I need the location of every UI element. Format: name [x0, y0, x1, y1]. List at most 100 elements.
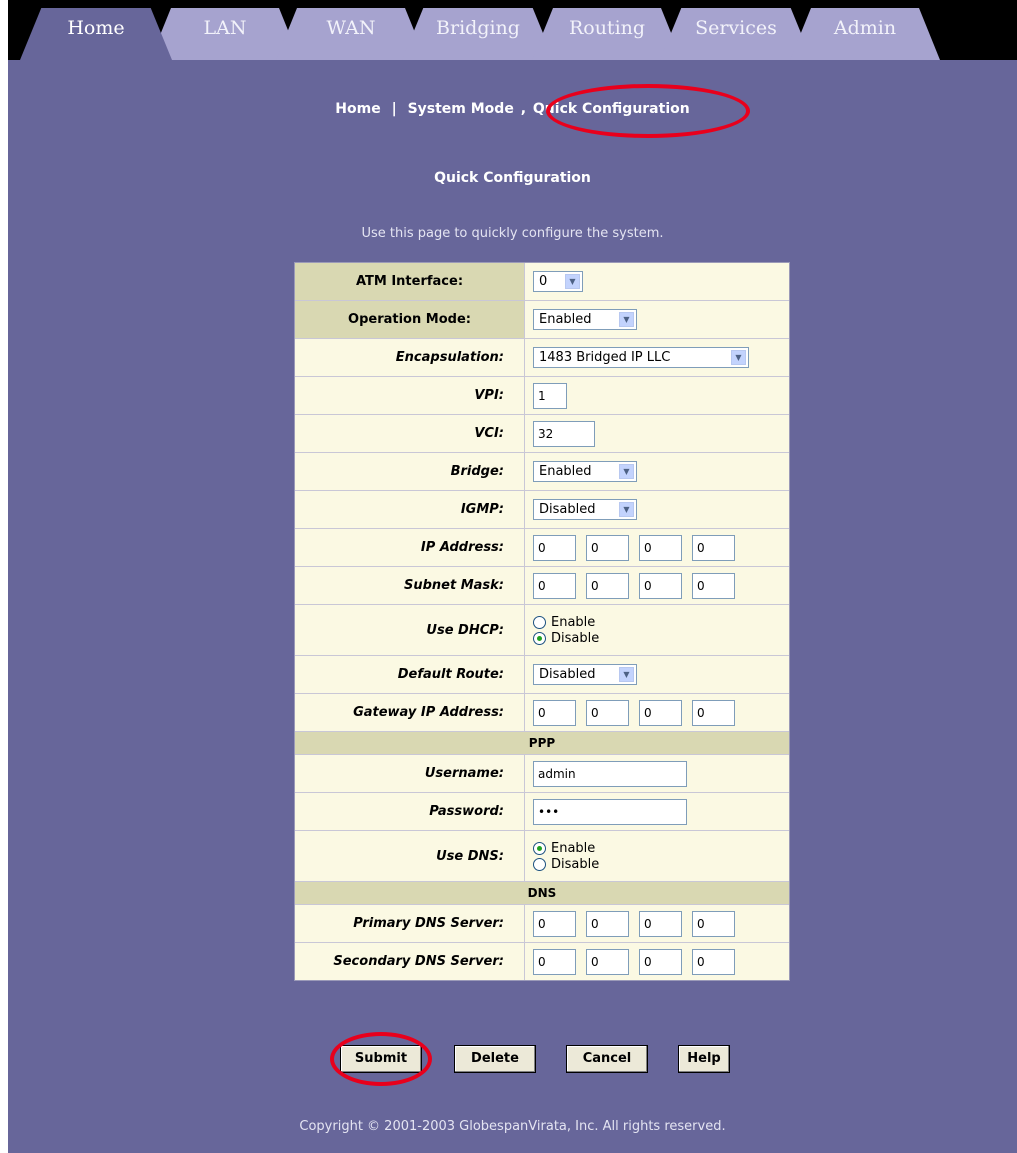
use-dns-disable-option[interactable]: Disable: [533, 857, 599, 872]
tab-routing[interactable]: Routing: [532, 8, 682, 60]
radio-button-selected-icon[interactable]: [533, 631, 546, 645]
use-dhcp-label: Use DHCP:: [295, 605, 525, 655]
vpi-label: VPI:: [295, 377, 525, 414]
use-dns-enable-option[interactable]: Enable: [533, 841, 599, 856]
tab-services[interactable]: Services: [660, 8, 812, 60]
tab-home-label: Home: [67, 17, 125, 39]
vpi-input[interactable]: 1: [533, 382, 567, 409]
encapsulation-row: Encapsulation: 1483 Bridged IP LLC ▼: [295, 339, 789, 377]
gateway-ip-octet-2[interactable]: 0: [586, 699, 629, 726]
breadcrumb-separator: |: [391, 101, 397, 117]
subnet-mask-octet-4[interactable]: 0: [692, 572, 735, 599]
operation-mode-row: Operation Mode: Enabled ▼: [295, 301, 789, 339]
subnet-mask-octet-3[interactable]: 0: [639, 572, 682, 599]
bridge-value: Enabled: [539, 464, 592, 479]
chevron-down-icon: ▼: [619, 667, 634, 682]
use-dns-radio-group: Enable Disable: [533, 841, 599, 872]
use-dns-row: Use DNS: Enable Disable: [295, 831, 789, 882]
chevron-down-icon: ▼: [565, 274, 580, 289]
default-route-value: Disabled: [539, 667, 596, 682]
ip-address-octet-1[interactable]: 0: [533, 534, 576, 561]
use-dhcp-enable-option[interactable]: Enable: [533, 615, 599, 630]
secondary-dns-row: Secondary DNS Server: 0 0 0 0: [295, 943, 789, 980]
encapsulation-select[interactable]: 1483 Bridged IP LLC ▼: [533, 347, 749, 368]
vci-input[interactable]: 32: [533, 420, 595, 447]
secondary-dns-label: Secondary DNS Server:: [295, 943, 525, 980]
cancel-button[interactable]: Cancel: [566, 1045, 648, 1073]
username-label: Username:: [295, 755, 525, 792]
default-route-select[interactable]: Disabled ▼: [533, 664, 637, 685]
radio-button-selected-icon[interactable]: [533, 841, 546, 855]
secondary-dns-octet-1[interactable]: 0: [533, 948, 576, 975]
igmp-row: IGMP: Disabled ▼: [295, 491, 789, 529]
radio-button-icon[interactable]: [533, 615, 546, 629]
ip-address-octet-3[interactable]: 0: [639, 534, 682, 561]
breadcrumb: Home | System Mode , Quick Configuration: [8, 101, 1017, 117]
gateway-ip-octet-3[interactable]: 0: [639, 699, 682, 726]
bridge-label: Bridge:: [295, 453, 525, 490]
operation-mode-label: Operation Mode:: [295, 301, 525, 338]
subnet-mask-row: Subnet Mask: 0 0 0 0: [295, 567, 789, 605]
help-button[interactable]: Help: [678, 1045, 730, 1073]
subnet-mask-octet-1[interactable]: 0: [533, 572, 576, 599]
breadcrumb-system-mode[interactable]: System Mode: [408, 101, 514, 117]
submit-button[interactable]: Submit: [340, 1045, 422, 1073]
gateway-ip-octet-1[interactable]: 0: [533, 699, 576, 726]
ip-address-fields: 0 0 0 0: [533, 534, 735, 561]
use-dns-enable-label: Enable: [551, 840, 596, 856]
atm-interface-label: ATM Interface:: [295, 263, 525, 300]
breadcrumb-quick-configuration[interactable]: Quick Configuration: [533, 101, 690, 117]
vpi-row: VPI: 1: [295, 377, 789, 415]
bridge-row: Bridge: Enabled ▼: [295, 453, 789, 491]
secondary-dns-fields: 0 0 0 0: [533, 948, 735, 975]
operation-mode-select[interactable]: Enabled ▼: [533, 309, 637, 330]
subnet-mask-octet-2[interactable]: 0: [586, 572, 629, 599]
bridge-select[interactable]: Enabled ▼: [533, 461, 637, 482]
tab-lan[interactable]: LAN: [150, 8, 300, 60]
atm-interface-row: ATM Interface: 0 ▼: [295, 263, 789, 301]
password-input[interactable]: •••: [533, 798, 687, 825]
breadcrumb-home[interactable]: Home: [335, 101, 380, 117]
secondary-dns-octet-4[interactable]: 0: [692, 948, 735, 975]
primary-dns-fields: 0 0 0 0: [533, 910, 735, 937]
use-dhcp-disable-option[interactable]: Disable: [533, 631, 599, 646]
radio-button-icon[interactable]: [533, 857, 546, 871]
primary-dns-octet-1[interactable]: 0: [533, 910, 576, 937]
primary-dns-label: Primary DNS Server:: [295, 905, 525, 942]
tab-home[interactable]: Home: [20, 8, 172, 60]
tab-admin[interactable]: Admin: [790, 8, 940, 60]
encapsulation-label: Encapsulation:: [295, 339, 525, 376]
page-background: Home LAN WAN Bridging Routing Services A…: [8, 0, 1017, 1153]
subnet-mask-label: Subnet Mask:: [295, 567, 525, 604]
gateway-ip-octet-4[interactable]: 0: [692, 699, 735, 726]
tab-wan-label: WAN: [326, 17, 376, 39]
ppp-section-header: PPP: [295, 732, 789, 755]
vci-label: VCI:: [295, 415, 525, 452]
copyright-footer: Copyright © 2001-2003 GlobespanVirata, I…: [299, 1119, 726, 1134]
username-input[interactable]: admin: [533, 760, 687, 787]
delete-button[interactable]: Delete: [454, 1045, 536, 1073]
chevron-down-icon: ▼: [731, 350, 746, 365]
breadcrumb-separator-comma: ,: [520, 101, 527, 117]
tab-admin-label: Admin: [833, 17, 897, 39]
primary-dns-row: Primary DNS Server: 0 0 0 0: [295, 905, 789, 943]
use-dhcp-disable-label: Disable: [551, 630, 600, 646]
secondary-dns-octet-3[interactable]: 0: [639, 948, 682, 975]
primary-dns-octet-4[interactable]: 0: [692, 910, 735, 937]
chevron-down-icon: ▼: [619, 312, 634, 327]
ip-address-octet-4[interactable]: 0: [692, 534, 735, 561]
primary-dns-octet-2[interactable]: 0: [586, 910, 629, 937]
page-description: Use this page to quickly configure the s…: [361, 226, 664, 241]
vci-row: VCI: 32: [295, 415, 789, 453]
igmp-select[interactable]: Disabled ▼: [533, 499, 637, 520]
tab-bridging[interactable]: Bridging: [402, 8, 554, 60]
default-route-row: Default Route: Disabled ▼: [295, 656, 789, 694]
tab-wan[interactable]: WAN: [276, 8, 426, 60]
atm-interface-select[interactable]: 0 ▼: [533, 271, 583, 292]
ip-address-octet-2[interactable]: 0: [586, 534, 629, 561]
username-row: Username: admin: [295, 755, 789, 793]
tab-routing-label: Routing: [568, 17, 646, 39]
secondary-dns-octet-2[interactable]: 0: [586, 948, 629, 975]
use-dhcp-row: Use DHCP: Enable Disable: [295, 605, 789, 656]
primary-dns-octet-3[interactable]: 0: [639, 910, 682, 937]
